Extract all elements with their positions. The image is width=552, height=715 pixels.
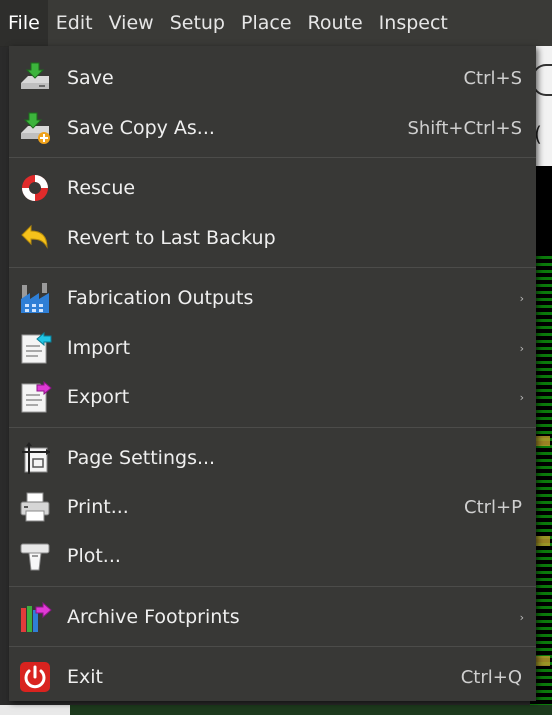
menu-separator <box>9 427 536 428</box>
export-document-icon <box>21 380 52 413</box>
factory-icon <box>21 283 49 313</box>
submenu-arrow-icon: › <box>519 610 524 624</box>
submenu-arrow-icon: › <box>519 291 524 305</box>
submenu-arrow-icon: › <box>519 341 524 355</box>
plot-label: Plot... <box>67 545 121 567</box>
undo-arrow-icon <box>21 224 48 249</box>
plotter-icon <box>20 543 50 571</box>
menu-view[interactable]: View <box>101 0 162 46</box>
save-shortcut: Ctrl+S <box>463 67 522 89</box>
page-settings-icon <box>22 442 50 474</box>
menu-separator <box>9 646 536 647</box>
menu-item-print[interactable]: Print... Ctrl+P <box>9 484 536 530</box>
exit-label: Exit <box>67 666 103 688</box>
printer-icon <box>20 492 50 522</box>
menu-separator <box>9 586 536 587</box>
fabrication-outputs-label: Fabrication Outputs <box>67 287 254 309</box>
menu-item-export[interactable]: Export › <box>9 374 536 420</box>
menubar: File Edit View Setup Place Route Inspect <box>0 0 552 47</box>
menu-item-page-settings[interactable]: Page Settings... <box>9 435 536 481</box>
menu-setup[interactable]: Setup <box>162 0 233 46</box>
save-copy-icon <box>21 112 50 144</box>
save-copy-as-label: Save Copy As... <box>67 117 215 139</box>
menu-item-import[interactable]: Import › <box>9 325 536 371</box>
power-icon <box>20 662 50 692</box>
menu-item-fabrication-outputs[interactable]: Fabrication Outputs › <box>9 275 536 321</box>
export-label: Export <box>67 386 130 408</box>
menu-item-exit[interactable]: Exit Ctrl+Q <box>9 654 536 700</box>
rescue-label: Rescue <box>67 177 136 199</box>
archive-footprints-label: Archive Footprints <box>67 606 240 628</box>
status-strip-fragment <box>0 705 552 715</box>
lifebuoy-icon <box>22 175 48 201</box>
menu-item-save[interactable]: Save Ctrl+S <box>9 55 536 101</box>
menu-route[interactable]: Route <box>300 0 371 46</box>
menu-edit[interactable]: Edit <box>48 0 101 46</box>
save-copy-as-shortcut: Shift+Ctrl+S <box>407 117 522 139</box>
menu-inspect[interactable]: Inspect <box>371 0 456 46</box>
menu-item-archive-footprints[interactable]: Archive Footprints › <box>9 594 536 640</box>
menu-place[interactable]: Place <box>233 0 300 46</box>
status-strip-light <box>0 705 70 715</box>
print-shortcut: Ctrl+P <box>464 496 522 518</box>
import-document-icon <box>21 331 52 364</box>
menu-item-plot[interactable]: Plot... <box>9 533 536 579</box>
menu-item-revert-to-last-backup[interactable]: Revert to Last Backup <box>9 215 536 261</box>
menu-separator <box>9 267 536 268</box>
menu-separator <box>9 157 536 158</box>
page-settings-label: Page Settings... <box>67 447 216 469</box>
exit-shortcut: Ctrl+Q <box>460 666 522 688</box>
archive-books-icon <box>21 601 52 632</box>
save-label: Save <box>67 67 114 89</box>
menu-item-save-copy-as[interactable]: Save Copy As... Shift+Ctrl+S <box>9 105 536 151</box>
save-disk-icon <box>21 62 49 89</box>
print-label: Print... <box>67 496 129 518</box>
menu-item-rescue[interactable]: Rescue <box>9 165 536 211</box>
file-menu-dropdown: Save Ctrl+S Save Copy As... Shift+Ctrl+S… <box>9 46 536 701</box>
import-label: Import <box>67 337 131 359</box>
menu-file[interactable]: File <box>0 0 48 46</box>
revert-label: Revert to Last Backup <box>67 227 276 249</box>
submenu-arrow-icon: › <box>519 390 524 404</box>
